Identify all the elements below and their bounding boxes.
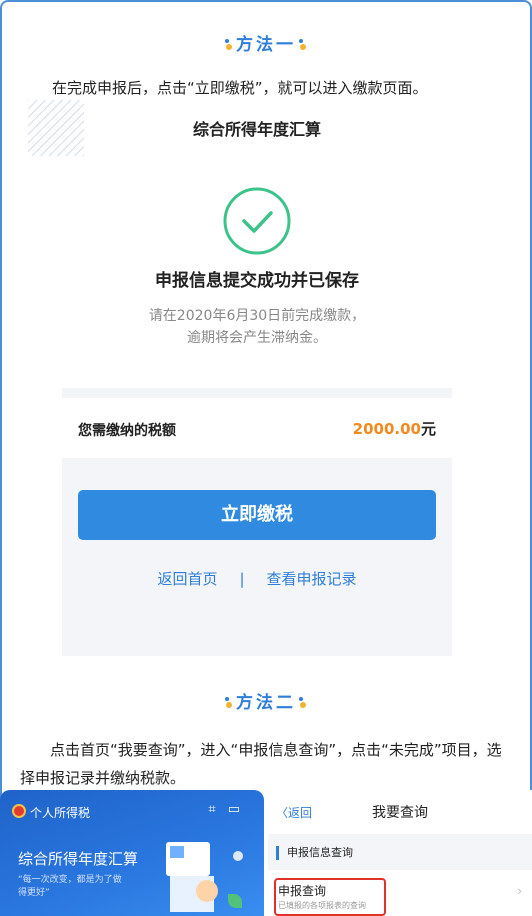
hint-line-2: 逾期将会产生滞纳金。 [187, 330, 327, 346]
method-two-title: 方法二 [236, 693, 296, 713]
view-records-link[interactable]: 查看申报记录 [267, 570, 357, 588]
hatch-decoration [28, 100, 84, 156]
link-separator: | [239, 570, 245, 588]
section-label: 申报信息查询 [276, 846, 353, 860]
method-two-text: 点击首页“我要查询”，进入“申报信息查询”，点击“未完成”项目，选择申报记录并缴… [20, 741, 502, 787]
method-one-heading: 方法一 [0, 30, 532, 55]
decor-dot-icon [225, 697, 232, 708]
tax-value: 2000.00元 [353, 418, 436, 439]
decor-dot-icon [299, 697, 306, 708]
query-page-screenshot: 〈返回 我要查询 申报信息查询 申报查询 已填报的各项报表的查询 › [268, 790, 532, 916]
success-check-icon [223, 187, 291, 255]
nav-bar: 〈返回 我要查询 [268, 790, 532, 834]
app-name: 个人所得税 [30, 806, 91, 820]
declaration-query-title[interactable]: 申报查询 [278, 882, 326, 899]
app-home-screenshot: 个人所得税 ⌗▭ 综合所得年度汇算 “每一次改变，都是为了做得更好” [0, 790, 264, 916]
tax-amount-row: 您需缴纳的税额 2000.00元 [62, 388, 452, 458]
action-area: 立即缴税 返回首页 | 查看申报记录 [62, 458, 452, 656]
tax-emblem-icon [12, 804, 26, 818]
decor-dot-icon [225, 39, 232, 50]
payment-success-screenshot: 综合所得年度汇算 申报信息提交成功并已保存 请在2020年6月30日前完成缴款，… [62, 100, 452, 656]
success-message: 申报信息提交成功并已保存 [155, 271, 359, 291]
back-link[interactable]: 〈返回 [276, 804, 312, 821]
slogan-text: “每一次改变，都是为了做得更好” [18, 875, 122, 898]
message-icon[interactable]: ▭ [228, 802, 252, 817]
tax-unit: 元 [420, 420, 436, 438]
scan-icon[interactable]: ⌗ [208, 802, 227, 817]
return-home-link[interactable]: 返回首页 [157, 570, 217, 588]
method-one-text: 在完成申报后，点击“立即缴税”，就可以进入缴款页面。 [52, 79, 428, 97]
header-icons: ⌗▭ [208, 802, 252, 817]
declaration-query-desc: 已填报的各项报表的查询 [278, 901, 366, 910]
annual-settlement-title[interactable]: 综合所得年度汇算 [18, 848, 138, 869]
calculator-icon [166, 842, 210, 876]
chevron-right-icon: › [517, 884, 522, 898]
payment-deadline-hint: 请在2020年6月30日前完成缴款， 逾期将会产生滞纳金。 [62, 305, 452, 349]
screen-title: 综合所得年度汇算 [192, 120, 321, 139]
tax-label: 您需缴纳的税额 [78, 423, 176, 439]
hint-line-1: 请在2020年6月30日前完成缴款， [148, 308, 366, 324]
sphere-decoration-icon [233, 851, 243, 861]
bottom-links: 返回首页 | 查看申报记录 [62, 568, 452, 589]
plant-icon [228, 894, 242, 908]
pay-now-button[interactable]: 立即缴税 [78, 490, 436, 540]
decor-dot-icon [299, 39, 306, 50]
method-one-title: 方法一 [236, 35, 296, 55]
tax-amount: 2000.00 [352, 420, 421, 438]
nav-title: 我要查询 [372, 805, 428, 821]
person-illustration-icon [196, 880, 218, 902]
method-two-heading: 方法二 [0, 688, 532, 713]
